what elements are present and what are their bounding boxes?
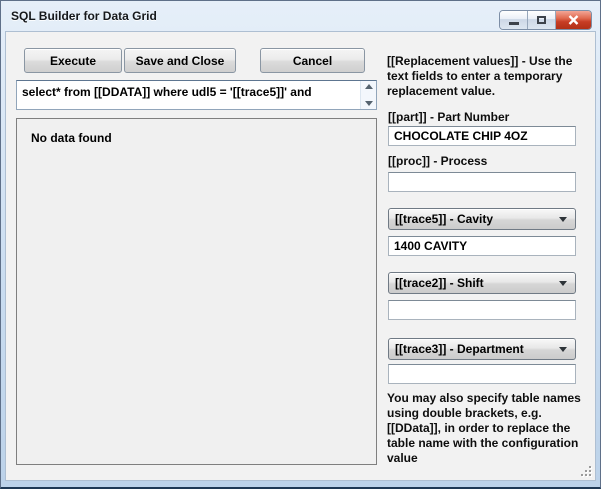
trace2-shift-dropdown-label: [[trace2]] - Shift bbox=[395, 276, 484, 290]
sql-editor-scrollbar[interactable] bbox=[360, 81, 376, 109]
sql-query-text[interactable]: select* from [[DDATA]] where udl5 = '[[t… bbox=[17, 81, 360, 109]
process-label: [[proc]] - Process bbox=[388, 154, 487, 168]
window-title: SQL Builder for Data Grid bbox=[11, 9, 157, 23]
close-icon bbox=[568, 15, 579, 25]
execute-button[interactable]: Execute bbox=[24, 48, 122, 73]
resize-grip-icon[interactable] bbox=[579, 464, 592, 477]
trace2-shift-input[interactable] bbox=[388, 300, 576, 320]
close-button[interactable] bbox=[556, 11, 591, 29]
chevron-down-icon bbox=[559, 217, 567, 222]
trace5-cavity-dropdown-label: [[trace5]] - Cavity bbox=[395, 212, 493, 226]
trace5-cavity-input[interactable] bbox=[388, 236, 576, 256]
process-input[interactable] bbox=[388, 172, 576, 192]
save-and-close-button[interactable]: Save and Close bbox=[124, 48, 236, 73]
part-number-label: [[part]] - Part Number bbox=[388, 110, 509, 124]
maximize-icon bbox=[537, 16, 546, 24]
sql-builder-dialog: SQL Builder for Data Grid Execute Save a… bbox=[0, 0, 601, 489]
titlebar[interactable]: SQL Builder for Data Grid bbox=[1, 1, 600, 31]
arrow-down-icon[interactable] bbox=[365, 101, 373, 106]
trace5-cavity-dropdown[interactable]: [[trace5]] - Cavity bbox=[388, 208, 576, 230]
table-name-hint: You may also specify table names using d… bbox=[387, 391, 587, 466]
trace3-department-dropdown-label: [[trace3]] - Department bbox=[395, 342, 524, 356]
no-data-message: No data found bbox=[31, 131, 112, 145]
part-number-input[interactable] bbox=[388, 126, 576, 146]
caption-buttons bbox=[499, 10, 592, 30]
chevron-down-icon bbox=[559, 347, 567, 352]
arrow-up-icon[interactable] bbox=[365, 84, 373, 89]
dialog-client-area: Execute Save and Close Cancel select* fr… bbox=[5, 31, 596, 481]
cancel-button[interactable]: Cancel bbox=[260, 48, 365, 73]
results-panel: No data found bbox=[16, 118, 377, 465]
chevron-down-icon bbox=[559, 281, 567, 286]
minimize-icon bbox=[509, 22, 519, 25]
trace3-department-input[interactable] bbox=[388, 364, 576, 384]
sql-query-editor[interactable]: select* from [[DDATA]] where udl5 = '[[t… bbox=[16, 80, 377, 110]
trace3-department-dropdown[interactable]: [[trace3]] - Department bbox=[388, 338, 576, 360]
maximize-button[interactable] bbox=[528, 11, 556, 29]
replacement-values-intro: [[Replacement values]] - Use the text fi… bbox=[387, 54, 587, 99]
trace2-shift-dropdown[interactable]: [[trace2]] - Shift bbox=[388, 272, 576, 294]
minimize-button[interactable] bbox=[500, 11, 528, 29]
